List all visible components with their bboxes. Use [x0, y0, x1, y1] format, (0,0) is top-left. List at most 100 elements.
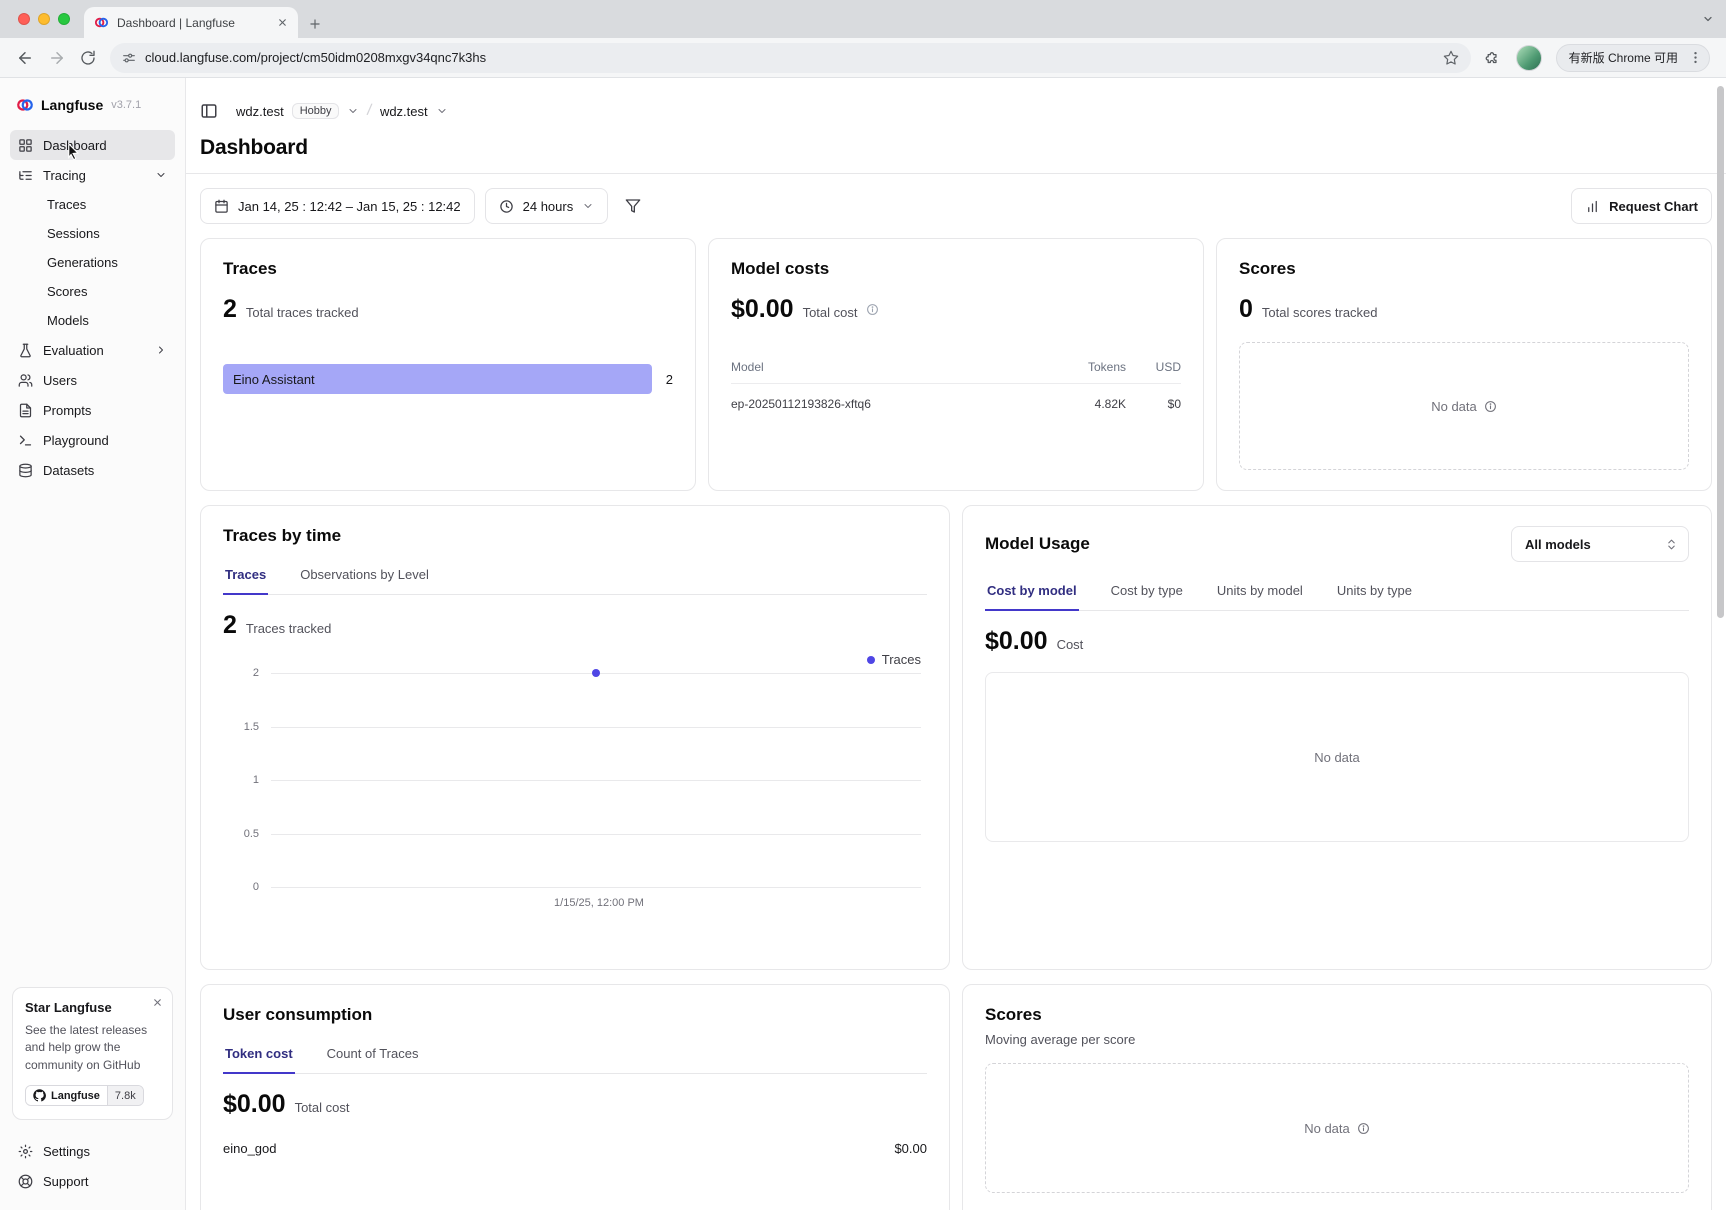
browser-menu-icon[interactable]: [1688, 50, 1703, 65]
date-range-picker[interactable]: Jan 14, 25 : 12:42 – Jan 15, 25 : 12:42: [200, 188, 475, 224]
breadcrumb: wdz.test Hobby / wdz.test: [236, 102, 448, 120]
sidebar-item-scores[interactable]: Scores: [10, 277, 175, 306]
user-consumption-tabs: Token cost Count of Traces: [223, 1037, 927, 1074]
clock-icon: [499, 199, 514, 214]
tab-units-by-model[interactable]: Units by model: [1215, 574, 1305, 610]
users-icon: [18, 373, 33, 388]
chevron-down-icon: [582, 200, 594, 212]
request-chart-button[interactable]: Request Chart: [1571, 188, 1712, 224]
sidebar-item-support[interactable]: Support: [10, 1166, 175, 1196]
table-row[interactable]: ep-20250112193826-xftq6 4.82K $0: [731, 384, 1181, 424]
model-name-cell: ep-20250112193826-xftq6: [731, 397, 1036, 411]
sidebar-item-users[interactable]: Users: [10, 365, 175, 395]
user-consumption-card: User consumption Token cost Count of Tra…: [200, 984, 950, 1210]
user-row[interactable]: eino_god $0.00: [223, 1141, 927, 1156]
window-minimize-button[interactable]: [38, 13, 50, 25]
info-icon[interactable]: [1357, 1122, 1370, 1135]
sidebar-item-traces[interactable]: Traces: [10, 190, 175, 219]
sidebar-item-label: Tracing: [43, 168, 86, 183]
card-subtitle: Moving average per score: [985, 1032, 1689, 1047]
sidebar-item-sessions[interactable]: Sessions: [10, 219, 175, 248]
no-data-label: No data: [1314, 750, 1360, 765]
interval-picker[interactable]: 24 hours: [485, 188, 609, 224]
browser-tab-strip: Dashboard | Langfuse: [0, 0, 1726, 38]
flask-icon: [18, 343, 33, 358]
window-close-button[interactable]: [18, 13, 30, 25]
header-divider: [186, 173, 1726, 174]
sidebar-item-prompts[interactable]: Prompts: [10, 395, 175, 425]
bookmark-star-icon[interactable]: [1443, 50, 1459, 66]
chrome-update-button[interactable]: 有新版 Chrome 可用: [1556, 44, 1710, 72]
list-tree-icon: [18, 168, 33, 183]
app-version: v3.7.1: [111, 99, 141, 111]
sidebar-item-models[interactable]: Models: [10, 306, 175, 335]
scores-card: Scores 0 Total scores tracked No data: [1216, 238, 1712, 491]
address-bar[interactable]: cloud.langfuse.com/project/cm50idm0208mx…: [110, 43, 1471, 73]
tab-cost-by-type[interactable]: Cost by type: [1109, 574, 1185, 610]
trace-bar-value: 2: [666, 372, 673, 387]
column-header: USD: [1126, 360, 1181, 374]
traces-tracked-label: Traces tracked: [246, 621, 332, 636]
app-logo: Langfuse v3.7.1: [10, 88, 175, 130]
org-name[interactable]: wdz.test: [236, 104, 284, 119]
sidebar-item-label: Support: [43, 1174, 89, 1189]
sidebar-item-settings[interactable]: Settings: [10, 1136, 175, 1166]
star-card-body: See the latest releases and help grow th…: [25, 1022, 160, 1074]
model-costs-card: Model costs $0.00 Total cost Model Token…: [708, 238, 1204, 491]
tab-token-cost[interactable]: Token cost: [223, 1037, 295, 1074]
sidebar-toggle-icon[interactable]: [200, 102, 218, 120]
forward-button[interactable]: [48, 49, 66, 67]
org-switcher-chevron-icon[interactable]: [347, 105, 359, 117]
site-info-icon[interactable]: [122, 51, 136, 65]
user-consumption-value: $0.00: [223, 1090, 286, 1119]
tab-traces[interactable]: Traces: [223, 558, 268, 595]
window-zoom-button[interactable]: [58, 13, 70, 25]
sidebar-item-evaluation[interactable]: Evaluation: [10, 335, 175, 365]
tab-observations-by-level[interactable]: Observations by Level: [298, 558, 431, 594]
tab-search-chevron-icon[interactable]: [1702, 13, 1714, 25]
close-icon[interactable]: [152, 997, 163, 1008]
page-scrollbar[interactable]: [1717, 86, 1724, 618]
card-title: Traces: [223, 259, 673, 279]
traces-total-label: Total traces tracked: [246, 305, 359, 320]
filter-button[interactable]: [618, 188, 648, 224]
sidebar-item-label: Evaluation: [43, 343, 104, 358]
sidebar-item-label: Generations: [47, 255, 118, 270]
sidebar-item-datasets[interactable]: Datasets: [10, 455, 175, 485]
github-star-badge[interactable]: Langfuse 7.8k: [25, 1085, 144, 1106]
project-switcher-chevron-icon[interactable]: [436, 105, 448, 117]
extensions-icon[interactable]: [1485, 49, 1502, 66]
trace-bar-row[interactable]: Eino Assistant 2: [223, 364, 673, 394]
x-axis-tick: 1/15/25, 12:00 PM: [271, 897, 927, 909]
gear-icon: [18, 1144, 33, 1159]
chart-point[interactable]: [592, 669, 600, 677]
github-repo-label: Langfuse: [51, 1090, 100, 1102]
trace-bar[interactable]: Eino Assistant: [223, 364, 652, 394]
y-axis-tick: 0.5: [244, 828, 259, 840]
tab-units-by-type[interactable]: Units by type: [1335, 574, 1414, 610]
info-icon[interactable]: [866, 303, 879, 316]
life-buoy-icon: [18, 1174, 33, 1189]
reload-button[interactable]: [80, 50, 96, 66]
terminal-icon: [18, 433, 33, 448]
project-name[interactable]: wdz.test: [380, 104, 428, 119]
y-axis-tick: 2: [253, 667, 259, 679]
tab-cost-by-model[interactable]: Cost by model: [985, 574, 1079, 611]
card-title: Model Usage: [985, 534, 1090, 554]
browser-profile-avatar[interactable]: [1516, 45, 1542, 71]
info-icon[interactable]: [1484, 400, 1497, 413]
browser-tab[interactable]: Dashboard | Langfuse: [84, 7, 298, 38]
tab-count-of-traces[interactable]: Count of Traces: [325, 1037, 421, 1073]
card-title: User consumption: [223, 1005, 927, 1025]
model-usage-empty-state: No data: [985, 672, 1689, 842]
new-tab-button[interactable]: [308, 17, 322, 31]
star-langfuse-card: Star Langfuse See the latest releases an…: [12, 987, 173, 1120]
user-consumption-label: Total cost: [295, 1100, 350, 1115]
sidebar-item-tracing[interactable]: Tracing: [10, 160, 175, 190]
sidebar-item-generations[interactable]: Generations: [10, 248, 175, 277]
sidebar-item-playground[interactable]: Playground: [10, 425, 175, 455]
back-button[interactable]: [16, 49, 34, 67]
tab-close-icon[interactable]: [277, 17, 288, 28]
sidebar-item-dashboard[interactable]: Dashboard: [10, 130, 175, 160]
model-filter-select[interactable]: All models: [1511, 526, 1689, 562]
